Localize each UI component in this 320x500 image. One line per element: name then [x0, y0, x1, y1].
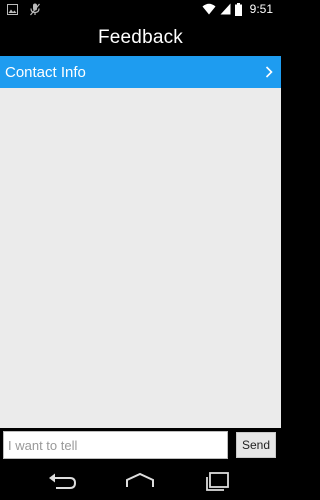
- send-button[interactable]: Send: [236, 432, 276, 458]
- composer-bar: Send: [0, 428, 281, 462]
- navigation-bar: [0, 462, 281, 500]
- status-bar: 9:51: [0, 0, 281, 20]
- home-icon: [126, 472, 154, 487]
- image-notification-icon: [7, 4, 18, 15]
- signal-icon: [220, 3, 231, 15]
- page-title: Feedback: [97, 27, 184, 48]
- contact-info-label: Contact Info: [5, 63, 86, 81]
- recent-apps-icon: [206, 472, 229, 491]
- back-icon: [49, 473, 77, 489]
- recent-apps-button[interactable]: [202, 470, 234, 492]
- wifi-icon: [202, 3, 216, 15]
- status-time: 9:51: [249, 2, 273, 16]
- back-button[interactable]: [46, 470, 78, 492]
- system-icons: 9:51: [202, 2, 273, 16]
- battery-icon: [234, 2, 242, 16]
- contact-info-row[interactable]: Contact Info: [0, 56, 281, 88]
- microphone-off-icon: [30, 3, 40, 16]
- chevron-right-icon: [265, 66, 273, 78]
- feedback-input[interactable]: [3, 431, 228, 459]
- notification-icons: [7, 3, 40, 16]
- home-button[interactable]: [124, 470, 156, 492]
- feedback-message-area: [0, 88, 281, 428]
- title-bar: Feedback: [0, 20, 281, 56]
